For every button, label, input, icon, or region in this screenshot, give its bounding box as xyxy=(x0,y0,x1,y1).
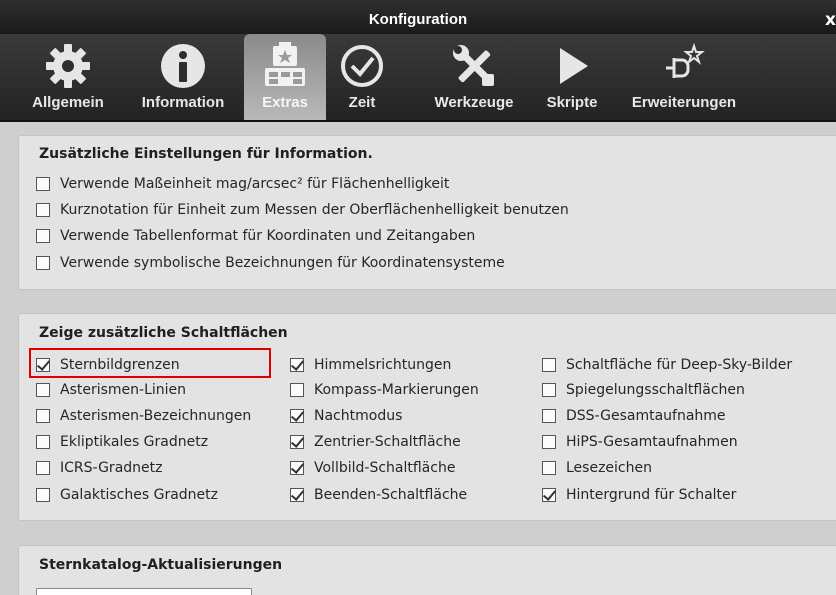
tab-skripte[interactable]: Skripte xyxy=(536,34,608,120)
option-label: Verwende Maßeinheit mag/arcsec² für Fläc… xyxy=(60,176,450,192)
option-label: Ekliptikales Gradnetz xyxy=(60,434,209,450)
option-label: Asterismen-Linien xyxy=(60,382,187,398)
tab-skripte-label: Skripte xyxy=(546,94,598,111)
tab-extras-label: Extras xyxy=(262,94,308,111)
option-label: Kurznotation für Einheit zum Messen der … xyxy=(60,202,569,218)
option-label: DSS-Gesamtaufnahme xyxy=(566,408,726,424)
tab-erweiterungen-label: Erweiterungen xyxy=(631,94,737,111)
checkbox[interactable] xyxy=(36,229,50,243)
tab-werkzeuge[interactable]: Werkzeuge xyxy=(418,34,530,120)
tab-information[interactable]: Information xyxy=(128,34,238,120)
option-label: Hintergrund für Schalter xyxy=(566,487,737,503)
checkbox[interactable] xyxy=(36,177,50,191)
checkbox[interactable] xyxy=(36,383,50,397)
checkbox[interactable] xyxy=(36,488,50,502)
tab-zeit-label: Zeit xyxy=(348,94,376,111)
tab-erweiterungen[interactable]: Erweiterungen xyxy=(620,34,748,120)
checkbox[interactable] xyxy=(542,383,556,397)
tab-allgemein-label: Allgemein xyxy=(32,94,104,111)
tab-information-label: Information xyxy=(141,94,225,111)
tab-allgemein[interactable]: Allgemein xyxy=(18,34,118,120)
option-label: Schaltfläche für Deep-Sky-Bilder xyxy=(566,357,793,373)
checkbox-checked[interactable] xyxy=(290,461,304,475)
plugin-icon xyxy=(666,42,705,78)
info-icon xyxy=(161,44,205,88)
option-label: Nachtmodus xyxy=(314,408,403,424)
option-label: HiPS-Gesamtaufnahmen xyxy=(566,434,738,450)
checkbox[interactable] xyxy=(36,435,50,449)
checkbox-checked[interactable] xyxy=(290,409,304,423)
star-catalog-title: Sternkatalog-Aktualisierungen xyxy=(39,557,283,573)
puzzle-icon xyxy=(265,42,305,86)
tab-toolbar: Allgemein Information Extras Zeit Werkze… xyxy=(0,34,836,122)
tab-werkzeuge-label: Werkzeuge xyxy=(434,94,514,111)
option-label: Galaktisches Gradnetz xyxy=(60,487,218,503)
option-label: Spiegelungsschaltflächen xyxy=(566,382,745,398)
option-label: Asterismen-Bezeichnungen xyxy=(60,408,252,424)
checkbox[interactable] xyxy=(36,256,50,270)
info-settings-title: Zusätzliche Einstellungen für Informatio… xyxy=(39,146,373,162)
gear-icon xyxy=(46,44,90,88)
checkbox[interactable] xyxy=(542,409,556,423)
highlight-box xyxy=(29,348,271,378)
title-bar: Konfiguration x xyxy=(0,0,836,34)
checkbox[interactable] xyxy=(36,409,50,423)
option-label: ICRS-Gradnetz xyxy=(60,460,163,476)
catalog-field[interactable] xyxy=(36,588,252,595)
checkbox[interactable] xyxy=(542,358,556,372)
tab-zeit[interactable]: Zeit xyxy=(334,34,390,120)
checkbox[interactable] xyxy=(36,461,50,475)
option-label: Beenden-Schaltfläche xyxy=(314,487,468,503)
checkbox[interactable] xyxy=(542,461,556,475)
option-label: Kompass-Markierungen xyxy=(314,382,479,398)
option-label: Zentrier-Schaltfläche xyxy=(314,434,461,450)
option-label: Verwende symbolische Bezeichnungen für K… xyxy=(60,255,505,271)
checkbox-checked[interactable] xyxy=(542,488,556,502)
tools-icon xyxy=(453,45,494,86)
extra-buttons-title: Zeige zusätzliche Schaltflächen xyxy=(39,325,288,341)
play-icon xyxy=(560,48,588,84)
checkbox[interactable] xyxy=(290,383,304,397)
checkbox-checked[interactable] xyxy=(290,488,304,502)
tab-extras[interactable]: Extras xyxy=(244,34,326,120)
close-button[interactable]: x xyxy=(825,10,836,30)
option-label: Verwende Tabellenformat für Koordinaten … xyxy=(60,228,476,244)
option-label: Himmelsrichtungen xyxy=(314,357,452,373)
checkbox-checked[interactable] xyxy=(290,358,304,372)
checkbox-checked[interactable] xyxy=(290,435,304,449)
checkbox[interactable] xyxy=(36,203,50,217)
option-label: Lesezeichen xyxy=(566,460,652,476)
checkbox[interactable] xyxy=(542,435,556,449)
clock-icon xyxy=(341,45,383,87)
option-label: Vollbild-Schaltfläche xyxy=(314,460,456,476)
